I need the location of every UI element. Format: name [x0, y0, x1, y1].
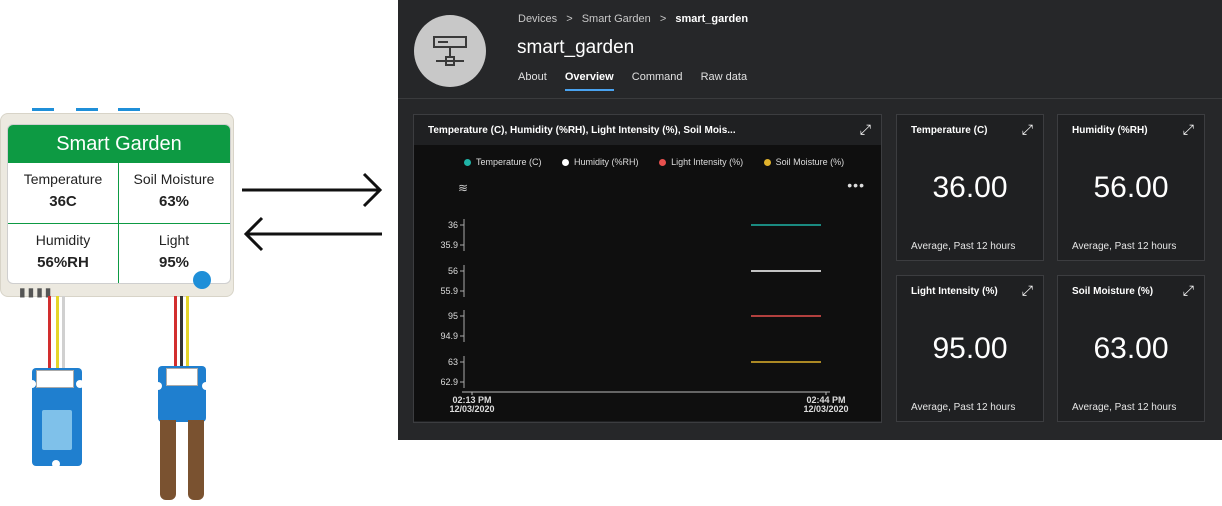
kpi-tile-temperature: Temperature (C) ⤢ 36.00 Average, Past 12… — [896, 114, 1044, 261]
chart-tile-title: Temperature (C), Humidity (%RH), Light I… — [428, 125, 736, 136]
y-tick-label: 62.9 — [440, 377, 458, 387]
chart-tile: Temperature (C), Humidity (%RH), Light I… — [413, 114, 882, 423]
mount-hole — [202, 382, 210, 390]
divider — [8, 223, 230, 224]
cell-value: 63% — [158, 193, 190, 210]
sensor-prong — [160, 420, 176, 500]
breadcrumb-separator: > — [566, 13, 573, 25]
device-cell-temperature: Temperature 36C — [8, 163, 118, 223]
device-cell-humidity: Humidity 56%RH — [8, 224, 118, 283]
tab-raw-data[interactable]: Raw data — [701, 71, 747, 89]
device-screen: Smart Garden Temperature 36C Soil Moistu… — [7, 124, 231, 284]
breadcrumb-separator: > — [659, 13, 667, 25]
y-tick-label: 35.9 — [440, 240, 458, 250]
kpi-title: Light Intensity (%) — [911, 286, 998, 297]
x-tick-label: 12/03/2020 — [803, 404, 848, 414]
wire — [174, 296, 177, 368]
sensor-grid — [42, 410, 72, 450]
breadcrumb-smart-garden[interactable]: Smart Garden — [582, 13, 651, 25]
wire — [48, 296, 51, 370]
kpi-tile-soil: Soil Moisture (%) ⤢ 63.00 Average, Past … — [1057, 275, 1205, 422]
tab-bar: About Overview Command Raw data — [518, 71, 762, 91]
breadcrumb: Devices > Smart Garden > smart_garden — [518, 13, 754, 25]
iot-dashboard-panel: Devices > Smart Garden > smart_garden sm… — [398, 0, 1222, 440]
kpi-value: 95.00 — [932, 332, 1008, 365]
arrow-left-icon — [243, 216, 382, 252]
y-tick-label: 55.9 — [440, 286, 458, 296]
cell-label: Humidity — [35, 232, 91, 248]
mount-hole — [76, 380, 84, 388]
y-tick-label: 94.9 — [440, 331, 458, 341]
y-tick-label: 56 — [448, 266, 458, 276]
wire — [180, 296, 183, 368]
line-chart: 3635.95655.99594.96362.902:13 PM12/03/20… — [440, 219, 849, 414]
mount-hole — [52, 460, 60, 468]
kpi-value: 63.00 — [1093, 332, 1169, 365]
expand-icon[interactable]: ⤢ — [860, 121, 871, 138]
kpi-subtitle: Average, Past 12 hours — [911, 241, 1016, 252]
device-title: Smart Garden — [8, 125, 230, 163]
smart-garden-device: Smart Garden Temperature 36C Soil Moistu… — [0, 108, 234, 299]
kpi-subtitle: Average, Past 12 hours — [1072, 241, 1177, 252]
data-flow-arrows — [242, 172, 383, 252]
cell-label: Temperature — [23, 171, 103, 187]
divider — [398, 98, 1222, 99]
mount-hole — [28, 380, 36, 388]
device-body: Smart Garden Temperature 36C Soil Moistu… — [0, 113, 234, 299]
antenna-mark — [118, 108, 140, 111]
wire — [56, 296, 59, 370]
kpi-tile-humidity: Humidity (%RH) ⤢ 56.00 Average, Past 12 … — [1057, 114, 1205, 261]
sensor-connector — [166, 368, 198, 386]
tab-command[interactable]: Command — [632, 71, 683, 89]
arrow-right-icon — [242, 172, 383, 208]
device-header: Devices > Smart Garden > smart_garden sm… — [398, 0, 1222, 98]
cell-label: Soil Moisture — [133, 171, 215, 187]
kpi-title: Temperature (C) — [911, 125, 988, 136]
breadcrumb-devices[interactable]: Devices — [518, 13, 557, 25]
device-icon — [433, 36, 467, 66]
wire — [186, 296, 189, 368]
chart-area: Temperature (C) Humidity (%RH) Light Int… — [414, 145, 881, 421]
kpi-title: Soil Moisture (%) — [1072, 286, 1154, 297]
wire — [62, 296, 65, 370]
cell-value: 36C — [49, 193, 77, 210]
avatar — [414, 15, 486, 87]
expand-icon[interactable]: ⤢ — [1183, 282, 1194, 299]
y-tick-label: 95 — [448, 311, 458, 321]
device-cell-light: Light 95% — [119, 224, 229, 283]
tab-about[interactable]: About — [518, 71, 547, 89]
antenna-mark — [76, 108, 98, 111]
y-tick-label: 36 — [448, 220, 458, 230]
cell-value: 95% — [158, 254, 190, 271]
breadcrumb-current: smart_garden — [675, 13, 749, 25]
expand-icon[interactable]: ⤢ — [1022, 121, 1033, 138]
kpi-subtitle: Average, Past 12 hours — [1072, 402, 1177, 413]
tab-overview[interactable]: Overview — [564, 71, 614, 91]
status-led — [193, 271, 211, 289]
kpi-value: 36.00 — [932, 171, 1008, 204]
cell-value: 56%RH — [37, 254, 89, 271]
expand-icon[interactable]: ⤢ — [1183, 121, 1194, 138]
kpi-value: 56.00 — [1093, 171, 1169, 204]
cell-label: Light — [158, 232, 190, 248]
page-title: smart_garden — [517, 37, 635, 58]
mount-hole — [154, 382, 162, 390]
kpi-title: Humidity (%RH) — [1072, 125, 1148, 136]
sensor-prong — [188, 420, 204, 500]
kpi-tile-light: Light Intensity (%) ⤢ 95.00 Average, Pas… — [896, 275, 1044, 422]
antenna-mark — [32, 108, 54, 111]
device-cell-soil: Soil Moisture 63% — [119, 163, 229, 223]
sensor-connector — [36, 370, 74, 388]
divider — [118, 163, 119, 283]
expand-icon[interactable]: ⤢ — [1022, 282, 1033, 299]
y-tick-label: 63 — [448, 357, 458, 367]
kpi-subtitle: Average, Past 12 hours — [911, 402, 1016, 413]
x-tick-label: 12/03/2020 — [449, 404, 494, 414]
